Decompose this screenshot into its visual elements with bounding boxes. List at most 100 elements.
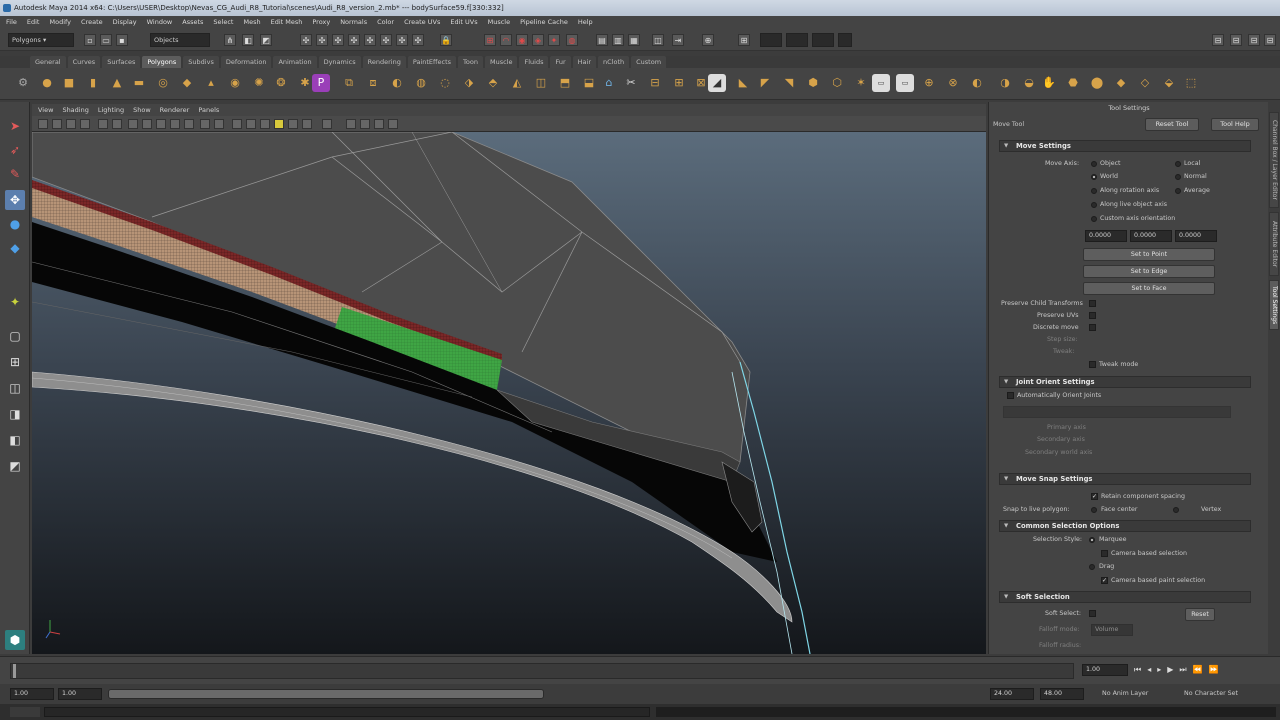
mask-icon-6[interactable]: ✣ xyxy=(380,34,392,46)
move-snap-header[interactable]: Move Snap Settings xyxy=(999,473,1251,485)
mask-icon-3[interactable]: ✣ xyxy=(332,34,344,46)
soft-selection-header[interactable]: Soft Selection xyxy=(999,591,1251,603)
poly-bridge-icon[interactable]: ⬓ xyxy=(580,74,598,92)
paint-select-tool-icon[interactable]: ✎ xyxy=(5,164,25,184)
shelf-tab-muscle[interactable]: Muscle xyxy=(484,56,518,68)
image-plane-icon[interactable] xyxy=(80,119,90,129)
auto-orient-checkbox[interactable] xyxy=(1007,392,1014,399)
poly-torus-icon[interactable]: ◎ xyxy=(154,74,172,92)
grid-toggle-icon[interactable] xyxy=(98,119,108,129)
poly-custom-icon[interactable]: ⬚ xyxy=(1182,74,1200,92)
poly-extract-icon[interactable]: ⧈ xyxy=(364,74,382,92)
mask-icon-4[interactable]: ✣ xyxy=(348,34,360,46)
mask-icon-1[interactable]: ✣ xyxy=(300,34,312,46)
poly-wedge-icon[interactable]: ⬡ xyxy=(828,74,846,92)
make-live-icon[interactable]: ✦ xyxy=(548,34,560,46)
antialias-icon[interactable] xyxy=(322,119,332,129)
textured-icon[interactable] xyxy=(246,119,256,129)
panel-menu-shading[interactable]: Shading xyxy=(62,104,88,116)
range-start-field[interactable]: 1.00 xyxy=(58,688,102,700)
bookmark-icon[interactable] xyxy=(66,119,76,129)
soft-select-reset-button[interactable]: Reset xyxy=(1185,608,1215,621)
poly-mirror-icon[interactable]: ⬗ xyxy=(460,74,478,92)
poly-poke-icon[interactable]: ✶ xyxy=(852,74,870,92)
mask-icon-8[interactable]: ✣ xyxy=(412,34,424,46)
single-view-icon[interactable]: ▢ xyxy=(5,326,25,346)
rotate-tool-icon[interactable]: ● xyxy=(5,214,25,234)
time-slider[interactable]: 1.00 ⏮◂▸▶⏭⏪⏩ xyxy=(0,656,1280,684)
custom-axis-x-field[interactable]: 0.0000 xyxy=(1085,230,1127,242)
shelf-tab-polygons[interactable]: Polygons xyxy=(142,56,182,68)
menu-edit-mesh[interactable]: Edit Mesh xyxy=(271,16,303,29)
shelf-tab-subdivs[interactable]: Subdivs xyxy=(183,56,219,68)
menu-modify[interactable]: Modify xyxy=(49,16,71,29)
outliner-layout-icon[interactable]: ◧ xyxy=(5,430,25,450)
poly-smooth-icon[interactable]: ◍ xyxy=(412,74,430,92)
custom-axis-y-field[interactable]: 0.0000 xyxy=(1130,230,1172,242)
playback-controls[interactable]: ⏮◂▸▶⏭⏪⏩ xyxy=(1134,665,1274,677)
shelf-tab-surfaces[interactable]: Surfaces xyxy=(102,56,141,68)
tool-settings-tab[interactable]: Tool Settings xyxy=(1269,280,1279,330)
shelf-tab-hair[interactable]: Hair xyxy=(572,56,597,68)
shelf-tab-custom[interactable]: Custom xyxy=(631,56,667,68)
retain-spacing-checkbox[interactable]: ✓ xyxy=(1091,493,1098,500)
persp-outliner-layout-icon[interactable]: ◨ xyxy=(5,404,25,424)
axis-average-radio[interactable] xyxy=(1175,188,1181,194)
soft-select-checkbox[interactable] xyxy=(1089,610,1096,617)
menu-color[interactable]: Color xyxy=(377,16,394,29)
motion-blur-icon[interactable] xyxy=(302,119,312,129)
poly-fill-hole-icon[interactable]: ⬘ xyxy=(484,74,502,92)
snap-curve-icon[interactable]: ◠ xyxy=(500,34,512,46)
channel-box-tab[interactable]: Channel Box / Layer Editor xyxy=(1269,112,1279,208)
set-to-face-button[interactable]: Set to Face xyxy=(1083,282,1215,295)
poly-offset-loop-icon[interactable]: ⊞ xyxy=(670,74,688,92)
save-scene-icon[interactable]: ▪ xyxy=(116,34,128,46)
common-selection-header[interactable]: Common Selection Options xyxy=(999,520,1251,532)
shadows-icon[interactable] xyxy=(274,119,284,129)
relative-transform-icon[interactable]: ⊕ xyxy=(702,34,714,46)
poly-chamfer-icon[interactable]: ◣ xyxy=(734,74,752,92)
panel-menu-panels[interactable]: Panels xyxy=(198,104,219,116)
menu-pipeline-cache[interactable]: Pipeline Cache xyxy=(520,16,568,29)
marquee-radio[interactable] xyxy=(1089,537,1095,543)
perspective-viewport[interactable] xyxy=(32,132,986,654)
isolate-select-icon[interactable] xyxy=(346,119,356,129)
shelf-toggle-icon[interactable]: ⬢ xyxy=(5,630,25,650)
menu-create[interactable]: Create xyxy=(81,16,103,29)
attribute-editor-tab[interactable]: Attribute Editor xyxy=(1269,212,1279,276)
hypershade-layout-icon[interactable]: ◩ xyxy=(5,456,25,476)
menu-muscle[interactable]: Muscle xyxy=(488,16,511,29)
time-ruler[interactable] xyxy=(10,663,1074,679)
shelf-options-icon[interactable]: ⚙ xyxy=(14,74,32,92)
poly-spherical-map-icon[interactable]: ◒ xyxy=(1020,74,1038,92)
poly-planar-map-icon[interactable]: ◐ xyxy=(968,74,986,92)
lasso-tool-icon[interactable]: ➶ xyxy=(5,140,25,160)
select-tool-icon[interactable]: ➤ xyxy=(5,116,25,136)
poly-sphere-icon[interactable]: ● xyxy=(38,74,56,92)
menu-proxy[interactable]: Proxy xyxy=(312,16,330,29)
poly-pyramid-icon[interactable]: ▴ xyxy=(202,74,220,92)
poly-collapse-icon[interactable]: ◤ xyxy=(756,74,774,92)
poly-cylinder-icon[interactable]: ▮ xyxy=(84,74,102,92)
camera-based-paint-checkbox[interactable]: ✓ xyxy=(1101,577,1108,584)
menu-edit[interactable]: Edit xyxy=(27,16,40,29)
shelf-tab-deformation[interactable]: Deformation xyxy=(220,56,272,68)
render-current-icon[interactable]: ▤ xyxy=(596,34,608,46)
poly-combine-icon[interactable]: P xyxy=(312,74,330,92)
poly-plane-icon[interactable]: ▬ xyxy=(130,74,148,92)
shelf-tab-dynamics[interactable]: Dynamics xyxy=(318,56,361,68)
set-to-point-button[interactable]: Set to Point xyxy=(1083,248,1215,261)
toggle-tool-settings-icon[interactable]: ⊟ xyxy=(1248,34,1260,46)
axis-world-radio[interactable] xyxy=(1091,174,1097,180)
shelf-tab-painteffects[interactable]: PaintEffects xyxy=(407,56,457,68)
poly-paint-icon[interactable]: ✋ xyxy=(1040,74,1058,92)
shelf-tab-ncloth[interactable]: nCloth xyxy=(598,56,630,68)
safe-title-icon[interactable] xyxy=(184,119,194,129)
move-settings-header[interactable]: Move Settings xyxy=(999,140,1251,152)
poly-history-icon[interactable]: ◇ xyxy=(1136,74,1154,92)
range-bar[interactable] xyxy=(108,689,544,699)
menu-mesh[interactable]: Mesh xyxy=(243,16,260,29)
new-scene-icon[interactable]: ▫ xyxy=(84,34,96,46)
shelf-tab-fluids[interactable]: Fluids xyxy=(519,56,549,68)
four-view-icon[interactable]: ⊞ xyxy=(5,352,25,372)
